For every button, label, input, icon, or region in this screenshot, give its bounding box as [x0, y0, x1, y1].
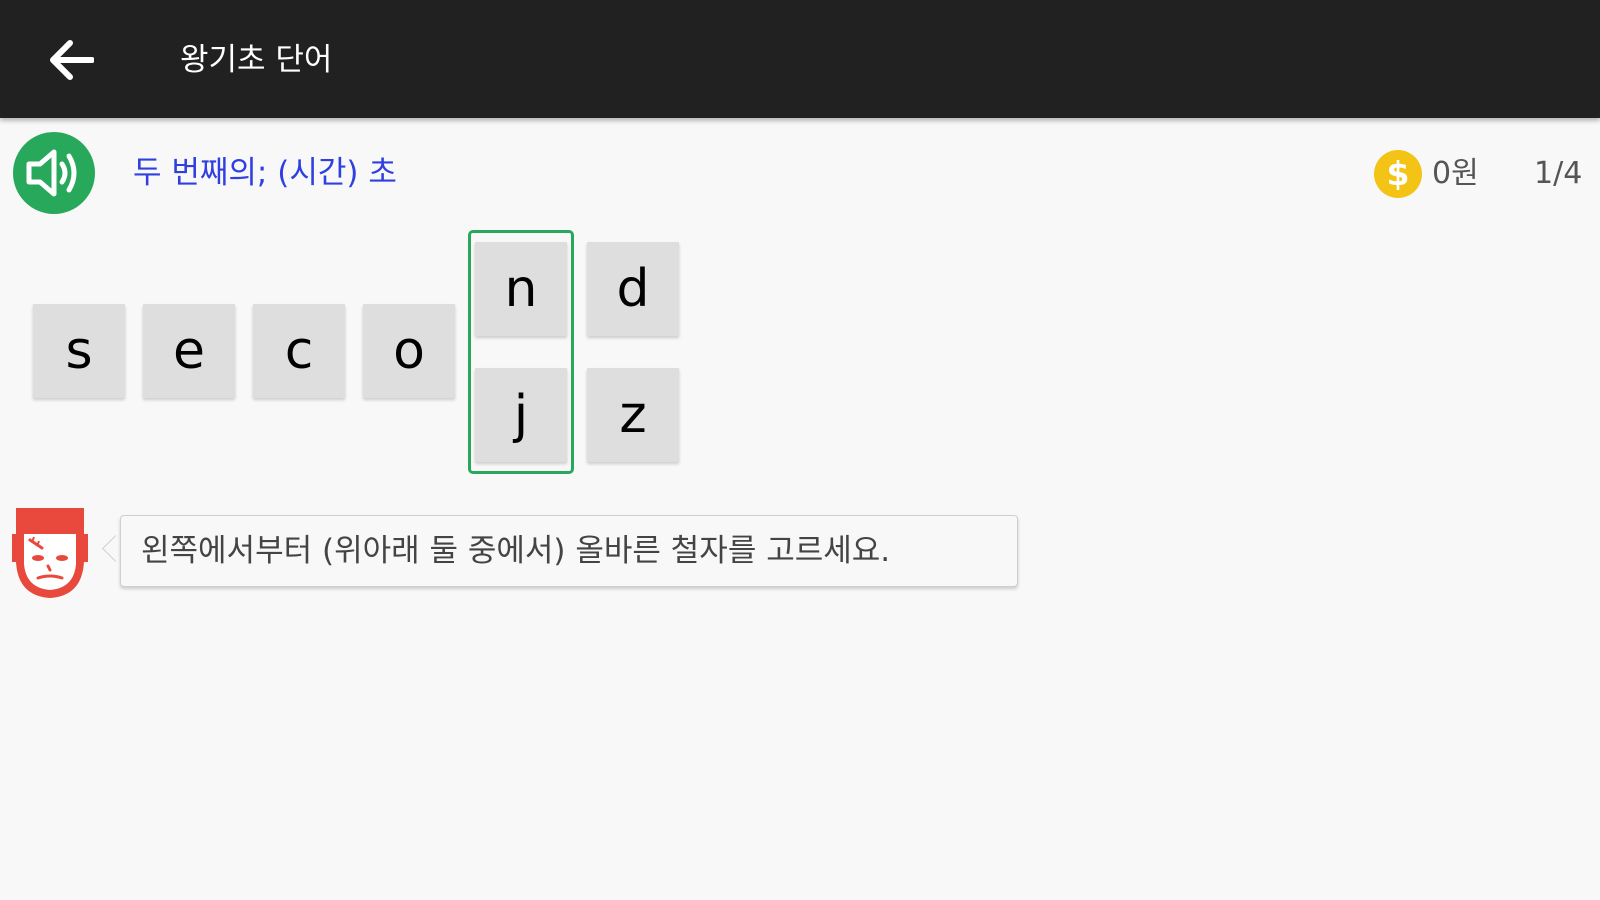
dollar-coin-icon: $ — [1374, 150, 1422, 198]
placed-letter-tile: e — [143, 304, 235, 398]
coin-balance: 0원 — [1432, 156, 1479, 191]
placed-letter-tile: o — [363, 304, 455, 398]
next-letter-choice-bottom[interactable]: z — [587, 368, 679, 462]
word-meaning: 두 번째의; (시간) 초 — [133, 155, 397, 191]
placed-letter-tile: s — [33, 304, 125, 398]
back-button[interactable] — [36, 28, 106, 92]
frankenstein-monster-icon — [8, 504, 92, 604]
app-title: 왕기초 단어 — [180, 42, 333, 78]
letter-choice-top[interactable]: n — [475, 242, 567, 336]
play-audio-button[interactable] — [13, 132, 95, 214]
arrow-left-icon — [50, 40, 94, 80]
question-progress: 1/4 — [1534, 156, 1583, 191]
hint-speech-bubble: 왼쪽에서부터 (위아래 둘 중에서) 올바른 철자를 고르세요. — [120, 515, 1018, 587]
app-bar: 왕기초 단어 — [0, 0, 1600, 118]
letter-choice-bottom[interactable]: j — [475, 368, 567, 462]
speaker-volume-icon — [26, 149, 77, 197]
next-letter-choice-top[interactable]: d — [587, 242, 679, 336]
placed-letter-tile: c — [253, 304, 345, 398]
